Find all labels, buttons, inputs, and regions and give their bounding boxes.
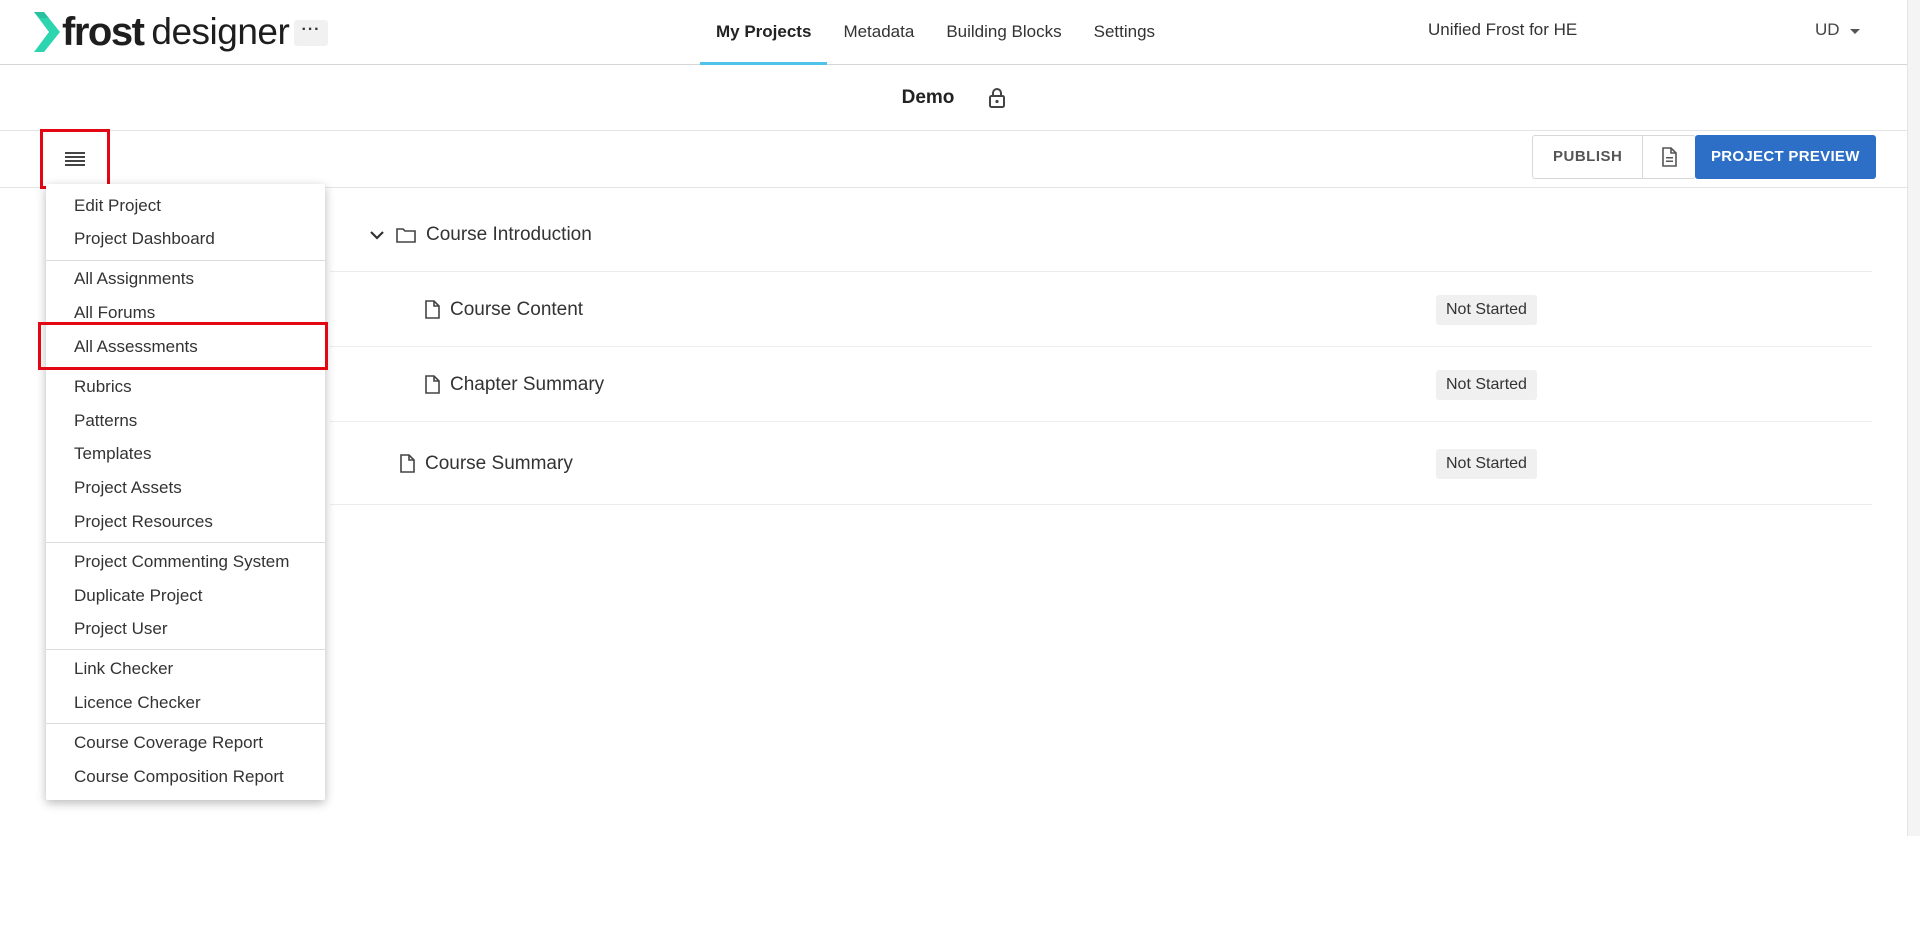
tree-item-label[interactable]: Course Summary <box>425 453 573 475</box>
menu-item-course-composition-report[interactable]: Course Composition Report <box>74 766 284 788</box>
project-menu-dropdown: Edit Project Project Dashboard All Assig… <box>46 184 325 800</box>
folder-icon <box>396 227 416 243</box>
menu-divider <box>46 542 325 543</box>
project-toolbar: PUBLISH PROJECT PREVIEW <box>0 129 1908 189</box>
tree-row[interactable]: Chapter Summary Not Started <box>330 348 1872 422</box>
user-initials: UD <box>1815 20 1840 39</box>
project-title: Demo <box>901 86 955 108</box>
project-title-bar: Demo <box>0 65 1908 131</box>
menu-divider <box>46 260 325 261</box>
nav-settings[interactable]: Settings <box>1078 0 1171 64</box>
hamburger-menu-button[interactable] <box>40 129 110 189</box>
status-badge: Not Started <box>1436 369 1537 400</box>
menu-item-licence-checker[interactable]: Licence Checker <box>74 692 201 714</box>
organization-name[interactable]: Unified Frost for HE <box>1428 20 1577 40</box>
logo-text-frost: frost <box>62 10 145 54</box>
menu-item-course-coverage-report[interactable]: Course Coverage Report <box>74 732 263 754</box>
status-badge: Not Started <box>1436 448 1537 479</box>
menu-item-duplicate-project[interactable]: Duplicate Project <box>74 585 203 607</box>
page-icon <box>400 454 415 473</box>
menu-item-project-commenting-system[interactable]: Project Commenting System <box>74 551 289 573</box>
nav-my-projects[interactable]: My Projects <box>700 0 828 65</box>
nav-building-blocks[interactable]: Building Blocks <box>930 0 1077 64</box>
menu-item-patterns[interactable]: Patterns <box>74 410 137 432</box>
main-nav: My Projects Metadata Building Blocks Set… <box>700 0 1171 65</box>
hamburger-menu-icon <box>65 152 85 166</box>
menu-item-project-dashboard[interactable]: Project Dashboard <box>74 228 215 250</box>
lock-icon[interactable] <box>988 87 1006 108</box>
menu-item-templates[interactable]: Templates <box>74 443 151 465</box>
chevron-logo-mark-icon <box>34 12 60 52</box>
nav-metadata[interactable]: Metadata <box>827 0 930 64</box>
page-icon <box>425 300 440 319</box>
menu-divider <box>46 649 325 650</box>
publish-button[interactable]: PUBLISH <box>1533 136 1644 178</box>
page-icon <box>425 375 440 394</box>
menu-item-all-assessments[interactable]: All Assessments <box>74 336 198 358</box>
tree-item-label[interactable]: Course Introduction <box>426 224 592 246</box>
chevron-down-icon[interactable] <box>370 230 384 240</box>
menu-item-link-checker[interactable]: Link Checker <box>74 658 173 680</box>
menu-item-all-assignments[interactable]: All Assignments <box>74 268 194 290</box>
frost-designer-logo[interactable]: frost designer <box>34 10 290 54</box>
tree-row[interactable]: Course Summary Not Started <box>330 423 1872 505</box>
caret-down-icon <box>1849 28 1860 34</box>
tree-row[interactable]: Course Content Not Started <box>330 273 1872 347</box>
menu-item-edit-project[interactable]: Edit Project <box>74 195 161 217</box>
more-options-button[interactable]: ··· <box>294 20 328 46</box>
tree-row[interactable]: Course Introduction <box>330 198 1872 272</box>
status-badge: Not Started <box>1436 294 1537 325</box>
menu-item-all-forums[interactable]: All Forums <box>74 302 155 324</box>
menu-item-project-assets[interactable]: Project Assets <box>74 477 182 499</box>
logo-text-designer: designer <box>151 11 290 52</box>
menu-item-project-user[interactable]: Project User <box>74 618 168 640</box>
menu-item-rubrics[interactable]: Rubrics <box>74 376 132 398</box>
user-menu[interactable]: UD <box>1815 20 1860 40</box>
tree-item-label[interactable]: Course Content <box>450 299 583 321</box>
menu-item-project-resources[interactable]: Project Resources <box>74 511 213 533</box>
document-icon <box>1662 147 1678 167</box>
publish-button-group: PUBLISH <box>1532 135 1697 179</box>
menu-divider <box>46 723 325 724</box>
top-navigation-bar: frost designer ··· My Projects Metadata … <box>0 0 1908 65</box>
project-preview-button[interactable]: PROJECT PREVIEW <box>1695 135 1876 179</box>
vertical-scrollbar[interactable] <box>1907 0 1920 836</box>
document-button[interactable] <box>1643 136 1695 178</box>
tree-item-label[interactable]: Chapter Summary <box>450 374 604 396</box>
